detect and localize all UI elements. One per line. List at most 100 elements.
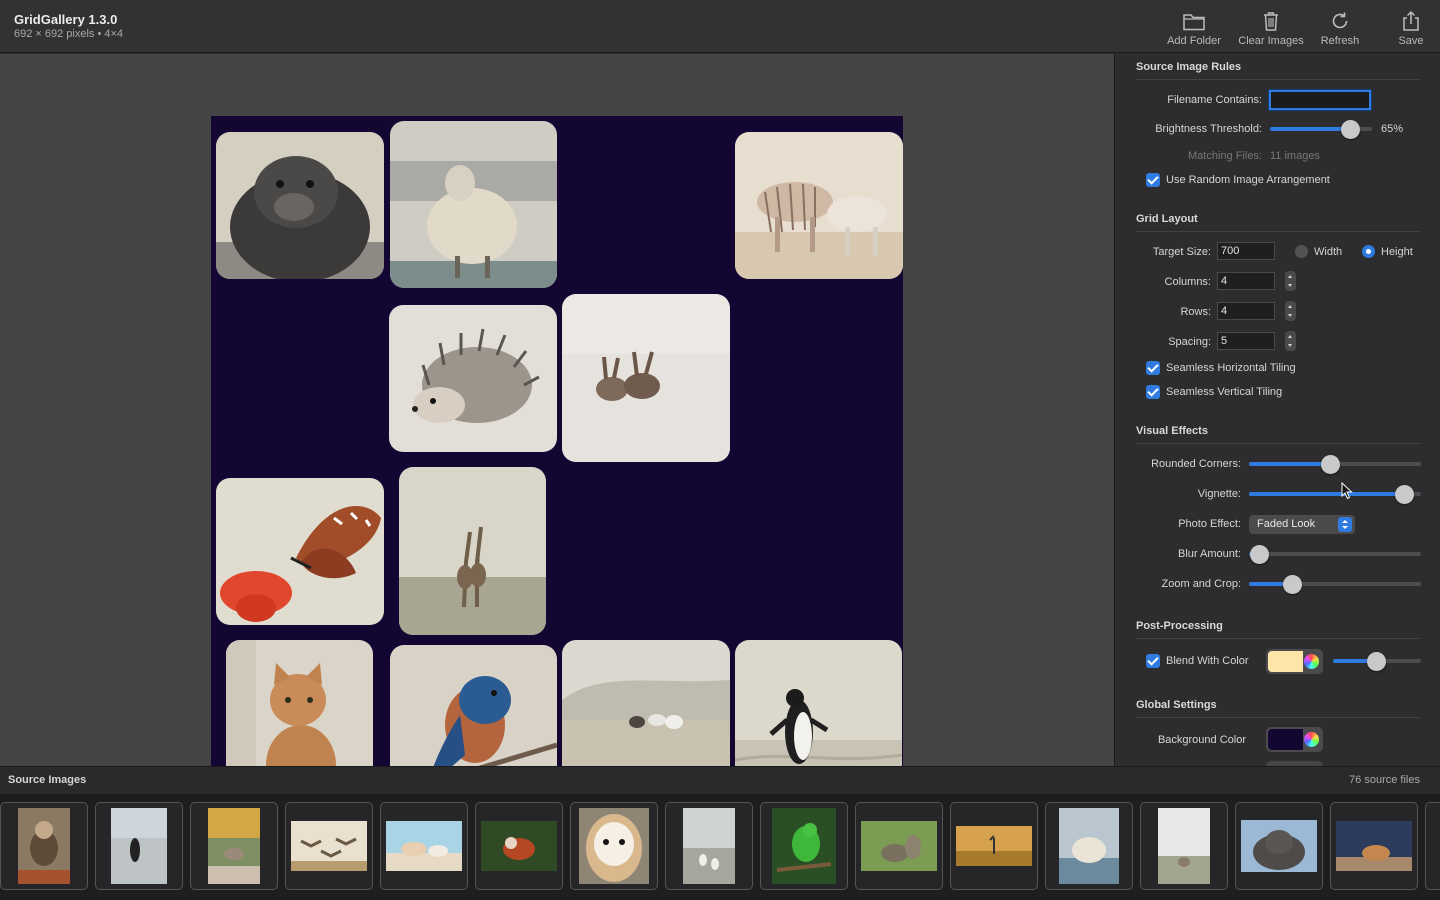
- thumb-parrot[interactable]: [760, 802, 848, 890]
- vignette-slider[interactable]: [1249, 484, 1421, 504]
- section-title-source-rules: Source Image Rules: [1136, 61, 1242, 73]
- save-label: Save: [1398, 35, 1424, 47]
- divider: [1136, 231, 1421, 232]
- blur-amount-slider[interactable]: [1249, 544, 1421, 564]
- blend-color-swatch: [1268, 651, 1303, 672]
- save-button[interactable]: Save: [1390, 6, 1432, 50]
- brightness-slider[interactable]: [1270, 119, 1372, 139]
- rows-stepper[interactable]: [1285, 301, 1296, 321]
- inspector-panel: Source Image Rules Filename Contains: Br…: [1114, 54, 1440, 766]
- filename-label: Filename Contains:: [1167, 94, 1262, 106]
- divider: [1136, 717, 1421, 718]
- width-radio-label: Width: [1314, 246, 1343, 258]
- columns-stepper[interactable]: [1285, 271, 1296, 291]
- filename-input[interactable]: [1269, 90, 1371, 110]
- photo-effect-select[interactable]: Faded Look: [1249, 515, 1355, 534]
- background-color-well[interactable]: [1266, 727, 1323, 752]
- add-folder-button[interactable]: Add Folder: [1162, 6, 1226, 50]
- app-title: GridGallery 1.3.0: [14, 12, 118, 27]
- add-folder-label: Add Folder: [1167, 35, 1221, 47]
- rows-label: Rows:: [1180, 306, 1211, 318]
- rounded-corners-label: Rounded Corners:: [1151, 458, 1241, 470]
- background-color-swatch: [1268, 729, 1303, 750]
- vignette-label: Vignette:: [1197, 488, 1241, 500]
- section-title-visual-effects: Visual Effects: [1136, 425, 1208, 437]
- refresh-label: Refresh: [1320, 35, 1360, 47]
- source-files-count: 76 source files: [1349, 774, 1420, 786]
- tile-hares: [562, 294, 730, 462]
- spacing-input[interactable]: 5: [1217, 332, 1275, 350]
- height-radio[interactable]: [1362, 245, 1375, 258]
- thumb-sheep[interactable]: [1045, 802, 1133, 890]
- thumb-donkey[interactable]: [1140, 802, 1228, 890]
- thumb-flying-geese[interactable]: [285, 802, 373, 890]
- refresh-button[interactable]: Refresh: [1313, 6, 1367, 50]
- mouse-cursor-icon: [1341, 482, 1353, 500]
- blend-amount-slider[interactable]: [1333, 651, 1421, 671]
- tile-butterfly: [216, 478, 384, 625]
- height-radio-label: Height: [1381, 246, 1413, 258]
- section-title-grid-layout: Grid Layout: [1136, 213, 1198, 225]
- thumb-horses[interactable]: [380, 802, 468, 890]
- spacing-stepper[interactable]: [1285, 331, 1296, 351]
- seamless-horizontal-checkbox[interactable]: [1146, 361, 1160, 375]
- thumb-chipmunk[interactable]: [1330, 802, 1418, 890]
- seamless-vertical-checkbox[interactable]: [1146, 385, 1160, 399]
- tile-zebras: [735, 132, 903, 279]
- divider: [1136, 443, 1421, 444]
- seamless-vertical-label: Seamless Vertical Tiling: [1166, 386, 1283, 398]
- blend-color-well[interactable]: [1266, 649, 1323, 674]
- zoom-crop-slider[interactable]: [1249, 574, 1421, 594]
- zoom-crop-label: Zoom and Crop:: [1161, 578, 1241, 590]
- clear-images-button[interactable]: Clear Images: [1235, 6, 1307, 50]
- seamless-horizontal-label: Seamless Horizontal Tiling: [1166, 362, 1296, 374]
- target-size-input[interactable]: 700: [1217, 242, 1275, 260]
- thumb-deer[interactable]: [190, 802, 278, 890]
- width-radio[interactable]: [1295, 245, 1308, 258]
- divider: [1136, 79, 1421, 80]
- blend-color-label: Blend With Color: [1166, 655, 1249, 667]
- columns-label: Columns:: [1164, 276, 1211, 288]
- tile-sheep: [390, 121, 557, 288]
- trash-icon: [1264, 12, 1278, 31]
- photo-effect-value: Faded Look: [1257, 518, 1316, 530]
- matching-files-label: Matching Files:: [1188, 150, 1262, 162]
- thumb-ducks[interactable]: [665, 802, 753, 890]
- thumb-owl[interactable]: [570, 802, 658, 890]
- canvas-size-info: 692 × 692 pixels • 4×4: [14, 28, 124, 40]
- thumb-squirrel[interactable]: [855, 802, 943, 890]
- share-icon: [1403, 10, 1419, 31]
- tile-hedgehog: [389, 305, 557, 452]
- blend-color-checkbox[interactable]: [1146, 654, 1160, 668]
- thumb-sea-lion[interactable]: [1235, 802, 1323, 890]
- thumb-red-panda[interactable]: [475, 802, 563, 890]
- columns-input[interactable]: 4: [1217, 272, 1275, 290]
- tile-giraffes: [399, 467, 546, 635]
- section-title-post-processing: Post-Processing: [1136, 620, 1223, 632]
- target-size-label: Target Size:: [1152, 246, 1211, 258]
- brightness-label: Brightness Threshold:: [1155, 123, 1262, 135]
- brightness-value: 65%: [1381, 123, 1404, 135]
- grid-canvas: [211, 116, 903, 808]
- folder-icon: [1183, 14, 1205, 31]
- rows-input[interactable]: 4: [1217, 302, 1275, 320]
- title-bar: GridGallery 1.3.0 692 × 692 pixels • 4×4…: [0, 0, 1440, 53]
- thumb-penguin-beach[interactable]: [95, 802, 183, 890]
- thumb-partial[interactable]: [1425, 802, 1440, 890]
- rounded-corners-slider[interactable]: [1249, 454, 1421, 474]
- photo-effect-label: Photo Effect:: [1178, 518, 1241, 530]
- random-arrangement-checkbox[interactable]: [1146, 173, 1160, 187]
- source-images-title: Source Images: [8, 774, 87, 786]
- tile-sea-lion: [216, 132, 384, 279]
- background-color-label: Background Color: [1157, 734, 1246, 746]
- clear-images-label: Clear Images: [1238, 35, 1304, 47]
- source-images-header: Source Images 76 source files: [0, 766, 1440, 794]
- thumb-crane-field[interactable]: [950, 802, 1038, 890]
- color-wheel-icon: [1304, 654, 1319, 669]
- source-images-strip[interactable]: [0, 794, 1440, 900]
- divider: [1136, 638, 1421, 639]
- preview-area: [0, 54, 1114, 808]
- thumb-monkey[interactable]: [0, 802, 88, 890]
- random-arrangement-label: Use Random Image Arrangement: [1166, 174, 1330, 186]
- color-wheel-icon: [1304, 732, 1319, 747]
